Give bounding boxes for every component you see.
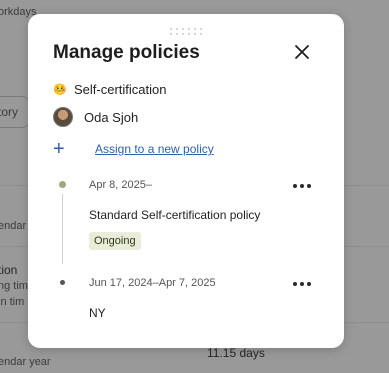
bg-tab-label: tory — [0, 105, 19, 119]
bg-section-sub: ng tim — [0, 280, 28, 292]
assign-policy-row[interactable]: + Assign to a new policy — [53, 138, 214, 160]
plus-icon: + — [53, 138, 65, 160]
more-dot-icon — [300, 184, 304, 188]
avatar — [53, 107, 73, 127]
timeline-past-dot — [60, 280, 65, 285]
policy-type-label: Self-certification — [74, 82, 167, 97]
manage-policies-dialog: Manage policies 🤒 Self-certification Oda… — [28, 14, 344, 348]
employee-row: Oda Sjoh — [53, 107, 138, 127]
entry-policy-name: Standard Self-certification policy — [89, 208, 261, 222]
bg-section-title: tion — [0, 263, 18, 277]
drag-handle-icon[interactable] — [170, 28, 204, 36]
entry-date: Apr 8, 2025– — [89, 179, 152, 191]
more-dot-icon — [307, 184, 311, 188]
more-dot-icon — [293, 184, 297, 188]
timeline-connector — [62, 194, 63, 264]
status-badge: Ongoing — [89, 232, 141, 250]
more-dot-icon — [300, 282, 304, 286]
bg-footer-label: endar year — [0, 356, 51, 368]
assign-new-policy-link[interactable]: Assign to a new policy — [95, 142, 214, 156]
entry-policy-name: NY — [89, 306, 106, 320]
close-button[interactable] — [290, 40, 314, 64]
bg-footer-value: 11.15 days — [207, 346, 265, 360]
timeline-active-dot — [59, 181, 66, 188]
more-dot-icon — [293, 282, 297, 286]
more-options-button[interactable] — [293, 182, 311, 190]
employee-name: Oda Sjoh — [84, 109, 139, 125]
sick-face-icon: 🤒 — [53, 84, 67, 96]
policy-type-row: 🤒 Self-certification — [53, 82, 166, 97]
entry-date: Jun 17, 2024–Apr 7, 2025 — [89, 277, 216, 289]
close-icon — [295, 45, 309, 59]
more-options-button[interactable] — [293, 280, 311, 288]
bg-calendar-text: endar — [0, 220, 27, 232]
dialog-title: Manage policies — [53, 42, 200, 63]
more-dot-icon — [307, 282, 311, 286]
bg-section-sub: in tim — [0, 296, 25, 308]
